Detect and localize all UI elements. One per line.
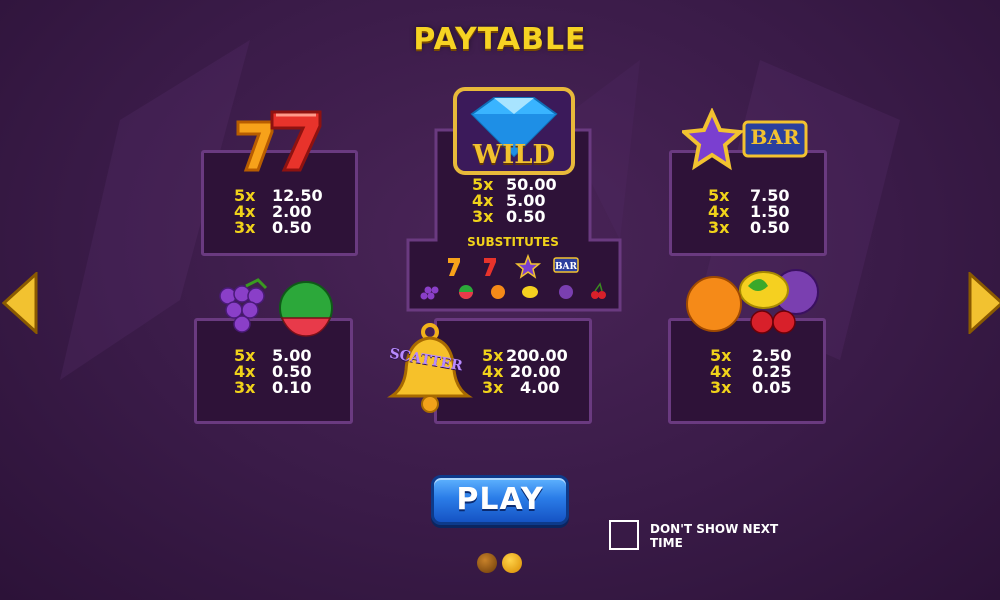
pay-row: 3x 0.05	[710, 380, 791, 396]
multiplier: 3x	[482, 378, 504, 397]
seven-red-icon	[484, 258, 496, 276]
star-bar-pays: 5x 7.50 4x 1.50 3x 0.50	[708, 188, 789, 236]
substitutes-label: SUBSTITUTES	[467, 235, 559, 249]
grapes-watermelon-icon	[219, 278, 333, 337]
grapes-watermelon-pays: 5x 5.00 4x 0.50 3x 0.10	[234, 348, 311, 396]
pay-row: 3x 0.50	[708, 220, 789, 236]
lemon-icon	[522, 286, 538, 298]
seven-orange-icon	[448, 258, 460, 276]
pay-row: 3x 0.50	[472, 209, 557, 225]
grapes-icon	[420, 286, 439, 300]
play-button[interactable]: PLAY	[431, 475, 569, 525]
paytable-title: PAYTABLE	[413, 22, 587, 57]
watermelon-icon	[459, 285, 473, 299]
payout: 0.50	[272, 218, 312, 237]
bar-icon: BAR	[553, 257, 579, 273]
bar-label: BAR	[750, 125, 800, 149]
multiplier: 3x	[472, 207, 494, 226]
orange-icon	[491, 285, 505, 299]
next-page-arrow-icon[interactable]	[968, 272, 1000, 334]
multiplier: 3x	[710, 378, 732, 397]
svg-text:BAR: BAR	[555, 262, 578, 272]
payout: 4.00	[520, 378, 560, 397]
previous-page-arrow-icon[interactable]	[2, 272, 38, 334]
payout: 0.10	[272, 378, 312, 397]
payout: 0.05	[752, 378, 792, 397]
orange-lemon-plum-cherries-icon	[686, 269, 819, 334]
pay-row: 3x 0.10	[234, 380, 311, 396]
substitutes-icons: BAR	[420, 253, 606, 300]
lucky-sevens-icon	[236, 110, 322, 172]
fruits-pays: 5x 2.50 4x 0.25 3x 0.05	[710, 348, 791, 396]
payout: 0.50	[506, 207, 546, 226]
pagination-dot-page-2[interactable]	[502, 553, 522, 573]
wild-pays: 5x 50.00 4x 5.00 3x 0.50	[472, 177, 557, 225]
multiplier: 3x	[234, 378, 256, 397]
multiplier: 3x	[234, 218, 256, 237]
sevens-pays: 5x 12.50 4x 2.00 3x 0.50	[234, 188, 323, 236]
payout: 0.50	[750, 218, 790, 237]
pay-row: 3x 4.00	[482, 380, 568, 396]
dont-show-label: DON'T SHOW NEXT TIME	[650, 522, 779, 550]
star-icon	[514, 253, 542, 279]
cherries-icon	[591, 282, 606, 299]
pagination-dot-page-1[interactable]	[477, 553, 497, 573]
dont-show-checkbox[interactable]	[609, 520, 639, 550]
wild-label: WILD	[472, 140, 556, 170]
pay-row: 3x 0.50	[234, 220, 323, 236]
plum-icon	[559, 285, 573, 299]
multiplier: 3x	[708, 218, 730, 237]
scatter-pays: 5x 200.00 4x 20.00 3x 4.00	[482, 348, 568, 396]
